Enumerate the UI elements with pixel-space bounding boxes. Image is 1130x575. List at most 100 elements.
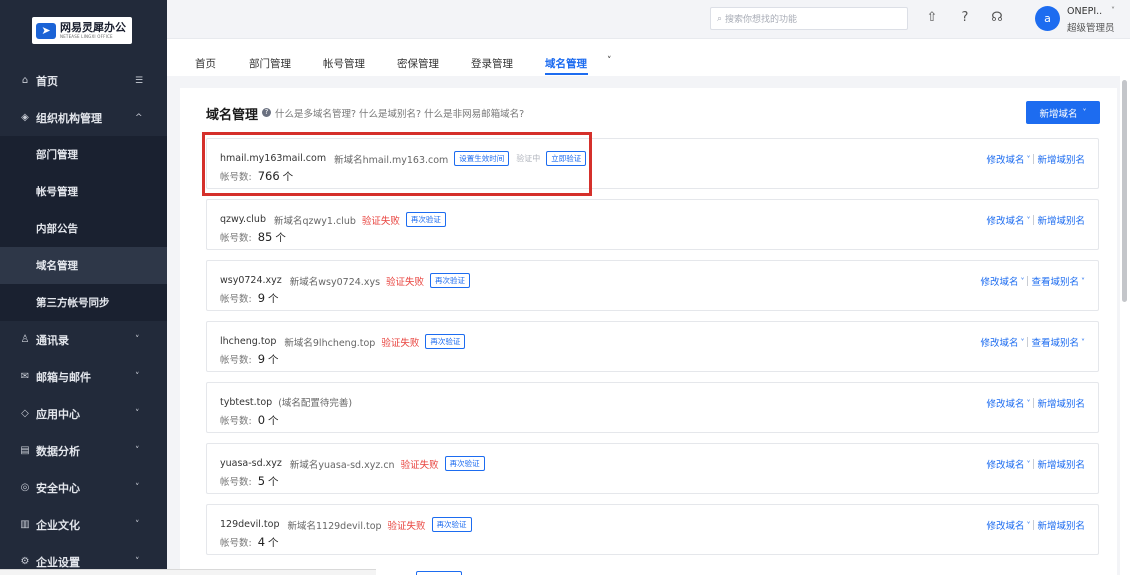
collapse-menu-icon[interactable]: ☰ bbox=[135, 76, 143, 86]
account-count: 帐号数: 9 个 bbox=[220, 352, 279, 366]
tab-login[interactable]: 登录管理 bbox=[471, 56, 513, 71]
search-placeholder: 搜索你想找的功能 bbox=[725, 15, 798, 25]
chevron-down-icon: ˅ bbox=[1026, 154, 1031, 164]
account-count: 帐号数: 4 个 bbox=[220, 535, 279, 549]
avatar[interactable]: a bbox=[1035, 6, 1060, 31]
domain-name: yuasa-sd.xyz bbox=[220, 458, 282, 469]
reverify-button[interactable]: 再次验证 bbox=[430, 273, 471, 288]
sidebar-item-org[interactable]: ◈ 组织机构管理 ^ bbox=[0, 100, 167, 136]
user-role: 超级管理员 bbox=[1067, 23, 1115, 34]
reverify-button[interactable]: 再次验证 bbox=[431, 517, 472, 532]
edit-domain-link[interactable]: 修改域名 bbox=[986, 152, 1024, 166]
tab-home[interactable]: 首页 bbox=[195, 56, 216, 71]
edit-domain-link[interactable]: 修改域名 bbox=[986, 518, 1024, 532]
tabs-more-chevron-icon[interactable]: ˅ bbox=[607, 56, 612, 66]
new-domain-name: 新域名1129devil.top bbox=[287, 520, 382, 532]
chevron-up-icon: ^ bbox=[135, 113, 143, 123]
edit-domain-link[interactable]: 修改域名 bbox=[986, 396, 1024, 410]
edit-domain-link[interactable]: 修改域名 bbox=[986, 457, 1024, 471]
search-icon: ⌕ bbox=[717, 13, 723, 24]
page-title: 域名管理 bbox=[206, 108, 259, 123]
brand-sub: NETEASE LINGXI OFFICE bbox=[60, 34, 113, 39]
user-name[interactable]: ONEPI.. bbox=[1067, 6, 1102, 17]
sidebar-item-contacts[interactable]: ♙ 通讯录 ˅ bbox=[0, 322, 167, 358]
sidebar: ➤ 网易灵犀办公 NETEASE LINGXI OFFICE ⌂ 首页 ☰ ◈ … bbox=[0, 0, 167, 575]
sidebar-subitem-department[interactable]: 部门管理 bbox=[0, 136, 167, 173]
headset-icon[interactable]: ☊ bbox=[989, 10, 1005, 26]
new-domain-name: 新域名qzwy1.club bbox=[274, 215, 356, 227]
domain-card: yuasa-sd.xyz 新域名yuasa-sd.xyz.cn 验证失败 再次验… bbox=[206, 443, 1099, 494]
logo-mark-icon: ➤ bbox=[36, 22, 56, 39]
tab-domains[interactable]: 域名管理 bbox=[545, 56, 587, 71]
scrollbar-thumb[interactable] bbox=[1122, 80, 1127, 302]
divider bbox=[1033, 520, 1035, 530]
sidebar-item-label: 首页 bbox=[36, 75, 58, 88]
domain-card: wsy0724.xyz 新域名wsy0724.xys 验证失败 再次验证 帐号数… bbox=[206, 260, 1099, 311]
alias-link[interactable]: 新增域别名 bbox=[1037, 396, 1085, 410]
tab-departments[interactable]: 部门管理 bbox=[249, 56, 291, 71]
divider bbox=[1033, 459, 1035, 469]
alias-link[interactable]: 新增域别名 bbox=[1037, 152, 1085, 166]
account-count: 帐号数: 5 个 bbox=[220, 474, 279, 488]
sidebar-item-analytics[interactable]: ▤ 数据分析 ˅ bbox=[0, 433, 167, 469]
chevron-down-icon: ˅ bbox=[1020, 337, 1025, 347]
search-input[interactable]: ⌕ 搜索你想找的功能 bbox=[710, 7, 908, 30]
sidebar-subitem-accounts[interactable]: 帐号管理 bbox=[0, 173, 167, 210]
divider bbox=[1033, 398, 1035, 408]
reverify-button[interactable]: 再次验证 bbox=[425, 334, 466, 349]
chevron-down-icon: ˅ bbox=[135, 335, 140, 345]
status-failed: 验证失败 bbox=[400, 459, 439, 471]
app-center-icon: ◇ bbox=[21, 408, 29, 419]
sidebar-subitem-third-party-sync[interactable]: 第三方帐号同步 bbox=[0, 284, 167, 321]
sidebar-item-culture[interactable]: ▥ 企业文化 ˅ bbox=[0, 507, 167, 543]
edit-domain-link[interactable]: 修改域名 bbox=[980, 274, 1018, 288]
sidebar-item-mail[interactable]: ✉ 邮箱与邮件 ˅ bbox=[0, 359, 167, 395]
bottom-strip bbox=[0, 569, 376, 575]
alias-link[interactable]: 查看域别名 bbox=[1031, 274, 1079, 288]
help-circle-icon: ? bbox=[262, 108, 271, 117]
tab-security-questions[interactable]: 密保管理 bbox=[397, 56, 439, 71]
chevron-down-icon: ˅ bbox=[135, 409, 140, 419]
chevron-down-icon[interactable]: ˅ bbox=[1111, 6, 1115, 15]
chevron-down-icon: ˅ bbox=[135, 372, 140, 382]
reverify-button[interactable]: 再次验证 bbox=[405, 212, 446, 227]
add-domain-button[interactable]: 新增域名 ˅ bbox=[1026, 101, 1100, 124]
account-count: 帐号数: 85 个 bbox=[220, 230, 286, 244]
help-links[interactable]: 什么是多域名管理? 什么是域别名? 什么是非网易邮箱域名? bbox=[275, 106, 524, 120]
edit-domain-link[interactable]: 修改域名 bbox=[986, 213, 1024, 227]
alias-link[interactable]: 新增域别名 bbox=[1037, 457, 1085, 471]
alias-link[interactable]: 新增域别名 bbox=[1037, 518, 1085, 532]
chevron-down-icon: ˅ bbox=[135, 557, 140, 567]
divider bbox=[1027, 337, 1029, 347]
chevron-down-icon: ˅ bbox=[135, 446, 140, 456]
sidebar-item-home[interactable]: ⌂ 首页 ☰ bbox=[0, 63, 167, 99]
sidebar-subitem-domains[interactable]: 域名管理 bbox=[0, 247, 167, 284]
sidebar-subitem-announcements[interactable]: 内部公告 bbox=[0, 210, 167, 247]
chevron-down-icon: ˅ bbox=[1081, 276, 1085, 286]
contacts-icon: ♙ bbox=[20, 334, 30, 345]
sidebar-item-app-center[interactable]: ◇ 应用中心 ˅ bbox=[0, 396, 167, 432]
chevron-down-icon: ˅ bbox=[1026, 398, 1031, 408]
domain-card: 129devil.top 新域名1129devil.top 验证失败 再次验证 … bbox=[206, 504, 1099, 555]
status-failed: 验证失败 bbox=[386, 276, 425, 288]
analytics-icon: ▤ bbox=[20, 445, 30, 456]
sidebar-item-security[interactable]: ◎ 安全中心 ˅ bbox=[0, 470, 167, 506]
divider bbox=[1033, 154, 1035, 164]
org-icon: ◈ bbox=[21, 112, 29, 123]
domain-name: tybtest.top bbox=[220, 396, 273, 408]
brand-logo[interactable]: ➤ 网易灵犀办公 NETEASE LINGXI OFFICE bbox=[32, 17, 132, 44]
status-failed: 验证失败 bbox=[381, 337, 420, 349]
edit-domain-link[interactable]: 修改域名 bbox=[980, 335, 1018, 349]
domain-card: qzwy.club 新域名qzwy1.club 验证失败 再次验证 帐号数: 8… bbox=[206, 199, 1099, 250]
account-count: 帐号数: 9 个 bbox=[220, 291, 279, 305]
tab-accounts[interactable]: 帐号管理 bbox=[323, 56, 365, 71]
upgrade-icon[interactable]: ⇧ bbox=[924, 10, 940, 26]
domain-card: lhcheng.top 新域名9lhcheng.top 验证失败 再次验证 帐号… bbox=[206, 321, 1099, 372]
alias-link[interactable]: 新增域别名 bbox=[1037, 213, 1085, 227]
reverify-button[interactable]: 再次验证 bbox=[444, 456, 485, 471]
divider bbox=[1027, 276, 1029, 286]
home-icon: ⌂ bbox=[21, 75, 29, 86]
mail-icon: ✉ bbox=[20, 371, 30, 382]
alias-link[interactable]: 查看域别名 bbox=[1031, 335, 1079, 349]
help-icon[interactable]: ? bbox=[957, 10, 973, 26]
